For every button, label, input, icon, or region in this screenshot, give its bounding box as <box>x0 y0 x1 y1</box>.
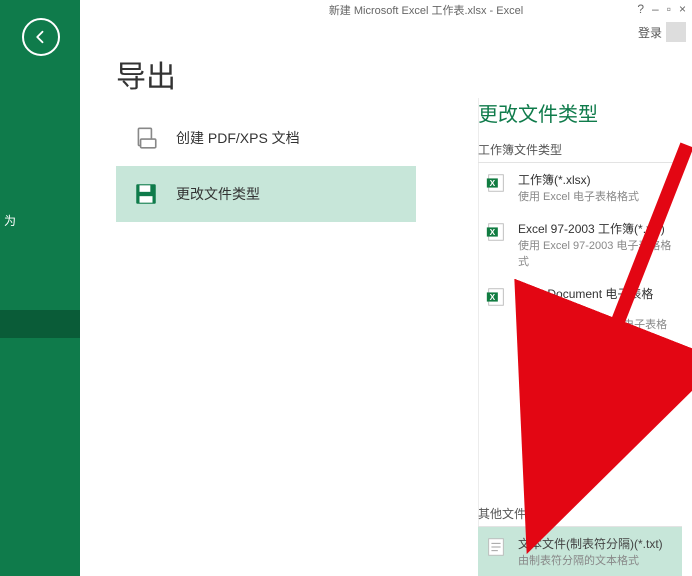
filetype-name: Excel 97-2003 工作簿(*.xls) <box>518 220 676 237</box>
filetype-desc: 由制表符分隔的文本格式 <box>518 552 663 568</box>
other-file-types-section: 其他文件类型 文本文件(制表符分隔)(*.txt) 由制表符分隔的文本格式 <box>478 501 682 576</box>
page-title: 导出 <box>116 52 176 96</box>
panel-heading: 更改文件类型 <box>478 98 682 127</box>
filetype-xls[interactable]: X Excel 97-2003 工作簿(*.xls) 使用 Excel 97-2… <box>478 212 682 277</box>
change-file-type-option[interactable]: 更改文件类型 <box>116 166 416 222</box>
nav-item-saveas[interactable]: 为 <box>4 212 16 229</box>
filetype-name: OpenDocument 电子表格(*.ods) <box>518 285 676 316</box>
filetype-desc: 使用 OpenDocument 电子表格格式 <box>518 316 676 348</box>
window-title: 新建 Microsoft Excel 工作表.xlsx - Excel <box>329 2 523 18</box>
create-pdf-xps-option[interactable]: 创建 PDF/XPS 文档 <box>116 110 416 166</box>
pdf-icon <box>132 124 160 152</box>
export-type-list: 创建 PDF/XPS 文档 更改文件类型 <box>116 110 416 222</box>
filetype-name: 文本文件(制表符分隔)(*.txt) <box>518 535 663 552</box>
change-file-type-label: 更改文件类型 <box>176 184 260 204</box>
nav-item-export-selected[interactable] <box>0 310 80 338</box>
filetype-name: 工作簿(*.xlsx) <box>518 171 639 188</box>
filetype-desc: 使用 Excel 97-2003 电子表格格式 <box>518 237 676 269</box>
arrow-left-icon <box>32 28 50 46</box>
restore-button[interactable]: ▫ <box>667 2 671 16</box>
filetype-desc: 使用 Excel 电子表格格式 <box>518 188 639 204</box>
avatar-icon <box>666 22 686 42</box>
title-bar: 新建 Microsoft Excel 工作表.xlsx - Excel ? – … <box>160 0 692 20</box>
save-as-icon <box>132 180 160 208</box>
create-pdf-label: 创建 PDF/XPS 文档 <box>176 128 300 148</box>
excel-file-icon: X <box>484 220 508 244</box>
close-button[interactable]: × <box>679 2 686 16</box>
minimize-button[interactable]: – <box>652 2 659 16</box>
sign-in-label: 登录 <box>638 24 662 41</box>
help-button[interactable]: ? <box>637 2 644 16</box>
backstage-content: 新建 Microsoft Excel 工作表.xlsx - Excel ? – … <box>80 0 692 576</box>
excel-file-icon: X <box>484 171 508 195</box>
text-file-icon <box>484 535 508 559</box>
svg-text:X: X <box>490 179 496 188</box>
workbook-types-label: 工作簿文件类型 <box>478 141 682 163</box>
svg-text:X: X <box>490 228 496 237</box>
svg-text:X: X <box>490 293 496 302</box>
filetype-txt[interactable]: 文本文件(制表符分隔)(*.txt) 由制表符分隔的文本格式 <box>478 527 682 576</box>
back-button[interactable] <box>22 18 60 56</box>
other-types-label: 其他文件类型 <box>478 505 682 527</box>
backstage-nav: 为 <box>0 0 80 576</box>
filetype-ods[interactable]: X OpenDocument 电子表格(*.ods) 使用 OpenDocume… <box>478 277 682 356</box>
filetype-xlsx[interactable]: X 工作簿(*.xlsx) 使用 Excel 电子表格格式 <box>478 163 682 212</box>
excel-file-icon: X <box>484 285 508 309</box>
sign-in[interactable]: 登录 <box>638 22 686 42</box>
